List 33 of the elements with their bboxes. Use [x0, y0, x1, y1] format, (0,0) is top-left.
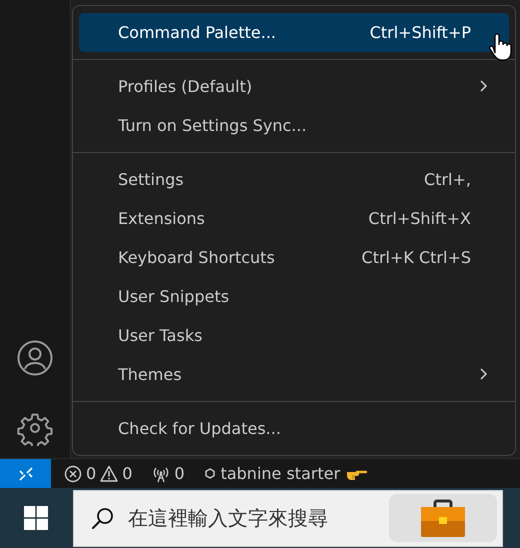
briefcase-button[interactable]: [389, 494, 497, 542]
remote-icon: [18, 466, 34, 482]
search-icon: [91, 506, 114, 530]
search-input[interactable]: 在這裡輸入文字來搜尋: [126, 505, 389, 531]
account-icon[interactable]: [17, 340, 53, 376]
ports-count: 0: [174, 464, 185, 483]
menu-item[interactable]: Profiles (Default): [79, 67, 509, 106]
menu-item[interactable]: User Tasks: [79, 316, 509, 355]
shortcut-label: Ctrl+Shift+P: [370, 23, 471, 42]
tabnine-label: tabnine starter: [220, 464, 340, 483]
menu-item[interactable]: Check for Updates...: [79, 409, 509, 448]
menu-item[interactable]: Extensions Ctrl+Shift+X: [79, 199, 509, 238]
error-count: 0: [86, 464, 96, 483]
windows-icon[interactable]: [24, 506, 48, 530]
menu-item[interactable]: Settings Ctrl+,: [79, 160, 509, 199]
briefcase-icon: [420, 499, 466, 537]
hand-pointer-icon: [488, 31, 512, 63]
tabnine-button[interactable]: tabnine starter: [204, 464, 368, 483]
shortcut-label: Ctrl+Shift+X: [368, 209, 471, 228]
hexagon-icon: [204, 468, 215, 479]
remote-button[interactable]: [0, 459, 51, 488]
ports-button[interactable]: 0: [152, 464, 185, 483]
shortcut-label: Ctrl+K Ctrl+S: [362, 248, 471, 267]
menu-item[interactable]: Keyboard Shortcuts Ctrl+K Ctrl+S: [79, 238, 509, 277]
error-icon: [64, 464, 82, 482]
search-field[interactable]: 在這裡輸入文字來搜尋: [73, 490, 503, 546]
menu-item[interactable]: User Snippets: [79, 277, 509, 316]
shortcut-label: Ctrl+,: [424, 170, 471, 189]
warning-icon: [100, 464, 118, 482]
menu-item[interactable]: Themes: [79, 355, 509, 394]
warning-count: 0: [122, 464, 132, 483]
problems-button[interactable]: 0 0: [64, 464, 132, 483]
menu-item[interactable]: Turn on Settings Sync...: [79, 106, 509, 145]
